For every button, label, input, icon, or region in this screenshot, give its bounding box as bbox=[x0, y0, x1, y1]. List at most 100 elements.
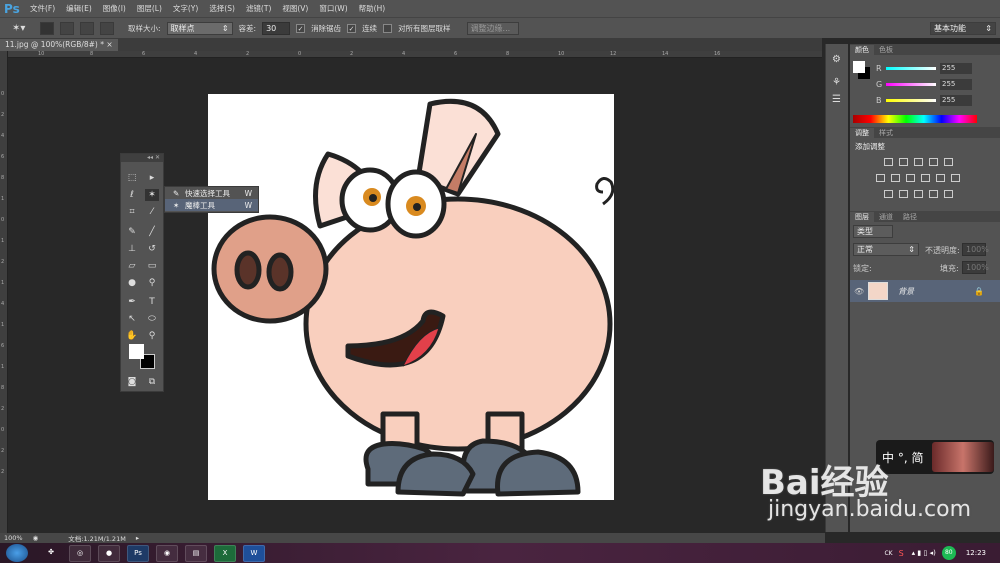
menu-file[interactable]: 文件(F) bbox=[30, 3, 55, 14]
menu-layer[interactable]: 图层(L) bbox=[137, 3, 162, 14]
posterize-icon[interactable] bbox=[899, 190, 908, 198]
status-icon[interactable]: ◉ bbox=[33, 534, 39, 542]
threshold-icon[interactable] bbox=[914, 190, 923, 198]
b-slider[interactable] bbox=[886, 99, 936, 102]
blend-mode-select[interactable]: 正常 ⇕ bbox=[853, 243, 919, 256]
explorer-icon[interactable]: ▤ bbox=[185, 544, 207, 562]
all-layers-checkbox[interactable] bbox=[383, 23, 393, 33]
g-input[interactable]: 255 bbox=[940, 79, 972, 90]
wechat-icon[interactable]: ● bbox=[98, 544, 120, 562]
ime-toolbar[interactable]: 中 °, 简 bbox=[876, 440, 994, 474]
new-selection-icon[interactable] bbox=[40, 21, 54, 35]
screen-mode-icon[interactable]: ⧉ bbox=[145, 376, 159, 388]
b-input[interactable]: 255 bbox=[940, 95, 972, 106]
invert-icon[interactable] bbox=[884, 190, 893, 198]
menu-type[interactable]: 文字(Y) bbox=[173, 3, 198, 14]
close-icon[interactable]: × bbox=[106, 40, 112, 49]
color-lookup-icon[interactable] bbox=[951, 174, 960, 182]
properties-icon[interactable]: ☰ bbox=[832, 94, 848, 105]
pinwheel-app-icon[interactable]: ✤ bbox=[40, 545, 62, 562]
tab-adjustments[interactable]: 调整 bbox=[850, 128, 874, 138]
eraser-tool-icon[interactable]: ▱ bbox=[125, 260, 139, 272]
menu-window[interactable]: 窗口(W) bbox=[319, 3, 347, 14]
clock[interactable]: 12:23 bbox=[966, 549, 986, 557]
bw-icon[interactable] bbox=[906, 174, 915, 182]
security-badge[interactable]: 80 bbox=[941, 546, 956, 560]
hand-tool-icon[interactable]: ✋ bbox=[125, 330, 139, 342]
status-arrow-icon[interactable]: ▸ bbox=[136, 534, 139, 542]
zoom-tool-icon[interactable]: ⚲ bbox=[145, 330, 159, 342]
toolbox-header[interactable]: ◂◂ ✕ bbox=[121, 154, 163, 162]
opacity-input[interactable]: 100% bbox=[962, 243, 989, 256]
excel-icon[interactable]: X bbox=[214, 544, 236, 562]
g-slider[interactable] bbox=[886, 83, 936, 86]
tab-layers[interactable]: 图层 bbox=[850, 212, 874, 222]
fill-input[interactable]: 100% bbox=[962, 261, 989, 274]
levels-icon[interactable] bbox=[899, 158, 908, 166]
tab-paths[interactable]: 路径 bbox=[898, 212, 922, 222]
gradient-tool-icon[interactable]: ▭ bbox=[145, 260, 159, 272]
brightness-icon[interactable] bbox=[884, 158, 893, 166]
clone-stamp-icon[interactable]: ⊥ bbox=[125, 243, 139, 255]
selective-color-icon[interactable] bbox=[929, 190, 938, 198]
tolerance-input[interactable]: 30 bbox=[262, 21, 291, 35]
ellipse-tool-icon[interactable]: ⬭ bbox=[145, 313, 159, 325]
dodge-tool-icon[interactable]: ⚲ bbox=[145, 277, 159, 289]
subtract-selection-icon[interactable] bbox=[80, 21, 94, 35]
menu-filter[interactable]: 滤镜(T) bbox=[246, 3, 271, 14]
curves-icon[interactable] bbox=[914, 158, 923, 166]
antialias-checkbox[interactable]: ✓ bbox=[296, 23, 306, 33]
firefox-icon[interactable]: ◉ bbox=[156, 544, 178, 562]
eyedropper-tool-icon[interactable]: ⁄ bbox=[145, 206, 159, 218]
layer-filter-select[interactable]: 类型 bbox=[853, 225, 893, 238]
gradient-map-icon[interactable] bbox=[944, 190, 953, 198]
tab-channels[interactable]: 通道 bbox=[874, 212, 898, 222]
color-balance-icon[interactable] bbox=[891, 174, 900, 182]
menu-view[interactable]: 视图(V) bbox=[282, 3, 308, 14]
r-input[interactable]: 255 bbox=[940, 63, 972, 74]
move-tool-icon[interactable]: ▸ bbox=[145, 172, 159, 184]
brush-tool-icon[interactable]: ╱ bbox=[145, 226, 159, 238]
exposure-icon[interactable] bbox=[929, 158, 938, 166]
flyout-item-magic-wand[interactable]: ✶ 魔棒工具 W bbox=[165, 199, 258, 211]
layer-row-background[interactable]: 👁 背景 🔒 bbox=[850, 280, 1000, 302]
brush-preset-icon[interactable]: ⚘ bbox=[832, 77, 848, 88]
magic-wand-tool-icon[interactable]: ✶ bbox=[145, 189, 159, 201]
visibility-eye-icon[interactable]: 👁 bbox=[854, 287, 868, 296]
tab-styles[interactable]: 样式 bbox=[874, 128, 898, 138]
chrome-icon[interactable]: ◎ bbox=[69, 544, 91, 562]
tray-icons[interactable]: ▴ ▮ ▯ ◂) bbox=[912, 549, 936, 557]
photoshop-taskbar-icon[interactable]: Ps bbox=[127, 544, 149, 562]
lasso-tool-icon[interactable]: ℓ bbox=[125, 189, 139, 201]
intersect-selection-icon[interactable] bbox=[100, 21, 114, 35]
workspace-select[interactable]: 基本功能 ⇕ bbox=[930, 21, 996, 35]
document-canvas[interactable] bbox=[208, 94, 615, 500]
blur-tool-icon[interactable]: ● bbox=[125, 277, 139, 289]
zoom-level[interactable]: 100% bbox=[4, 534, 23, 542]
menu-select[interactable]: 选择(S) bbox=[209, 3, 235, 14]
history-icon[interactable]: ⚙ bbox=[832, 54, 848, 65]
sample-size-select[interactable]: 取样点 ⇕ bbox=[166, 21, 233, 35]
tab-swatches[interactable]: 色板 bbox=[874, 45, 898, 55]
color-spectrum[interactable] bbox=[853, 115, 977, 123]
refine-edge-button[interactable]: 调整边缘... bbox=[466, 21, 519, 35]
sogou-icon[interactable]: S bbox=[899, 549, 904, 558]
quick-mask-icon[interactable]: ◙ bbox=[125, 376, 139, 388]
menu-help[interactable]: 帮助(H) bbox=[359, 3, 386, 14]
crop-tool-icon[interactable]: ⌗ bbox=[125, 206, 139, 218]
history-brush-icon[interactable]: ↺ bbox=[145, 243, 159, 255]
document-tab[interactable]: 11.jpg @ 100%(RGB/8#) * × bbox=[0, 39, 118, 51]
foreground-color-swatch[interactable] bbox=[129, 344, 144, 359]
flyout-item-quick-selection[interactable]: ✎ 快速选择工具 W bbox=[165, 187, 258, 199]
pen-tool-icon[interactable]: ✒ bbox=[125, 296, 139, 308]
magic-wand-preset-icon[interactable]: ✶▾ bbox=[12, 23, 34, 34]
menu-edit[interactable]: 编辑(E) bbox=[66, 3, 92, 14]
marquee-tool-icon[interactable]: ⬚ bbox=[125, 172, 139, 184]
channel-mixer-icon[interactable] bbox=[936, 174, 945, 182]
vibrance-icon[interactable] bbox=[944, 158, 953, 166]
fg-swatch[interactable] bbox=[853, 61, 865, 73]
contiguous-checkbox[interactable]: ✓ bbox=[347, 23, 357, 33]
photo-filter-icon[interactable] bbox=[921, 174, 930, 182]
r-slider[interactable] bbox=[886, 67, 936, 70]
menu-image[interactable]: 图像(I) bbox=[103, 3, 126, 14]
